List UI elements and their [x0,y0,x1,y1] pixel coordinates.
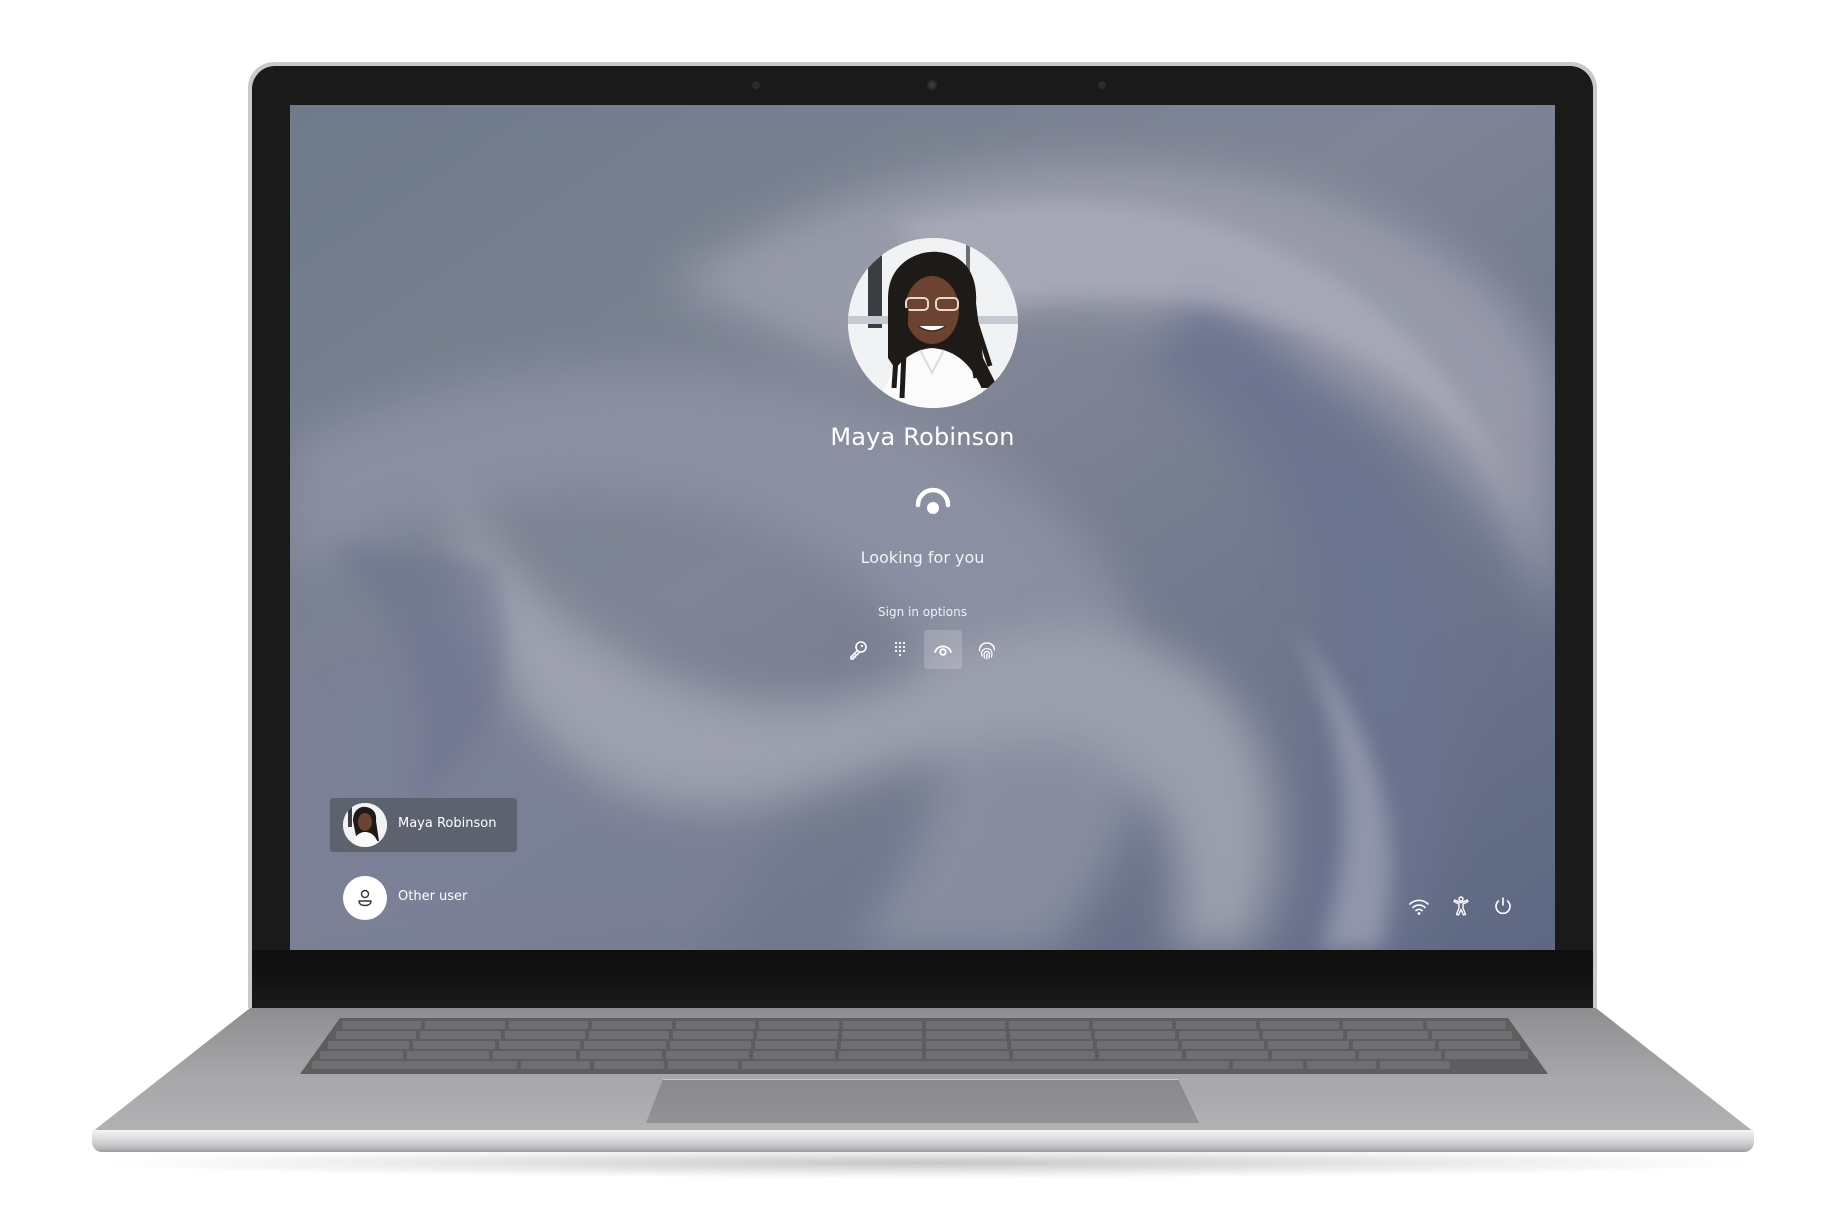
fingerprint-icon [978,641,996,660]
keyboard-key [1343,1021,1423,1029]
sign-in-option-facial-recognition[interactable] [924,630,962,669]
status-text: Looking for you [860,548,985,567]
keyboard-key [1182,1041,1264,1049]
keyboard-key [336,1031,417,1039]
keyboard-key [1011,1041,1093,1049]
keyboard-key [669,1041,752,1049]
keyboard-key [1176,1021,1256,1029]
keyboard-key [420,1031,501,1039]
user-tile-maya-robinson[interactable]: Maya Robinson [330,798,517,852]
keyboard-key [926,1041,1008,1049]
wifi-icon [1409,899,1429,915]
keyboard-key [1233,1061,1303,1069]
keyboard-key [673,1031,754,1039]
keyboard-key [840,1041,922,1049]
laptop-shadow [110,1148,1750,1178]
person-icon [358,889,372,907]
keyboard-key [666,1051,749,1059]
keyboard-key [508,1021,589,1029]
sign-in-option-password[interactable] [839,630,877,669]
other-user-avatar [343,876,387,920]
face-recognition-icon [934,645,952,656]
keyboard-key [1426,1021,1506,1029]
keyboard-key [675,1021,756,1029]
keyboard-key [1259,1021,1340,1029]
keyboard-key [668,1061,738,1069]
sign-in-options-label: Sign in options [878,605,967,619]
keyboard-key [1306,1061,1377,1069]
user-tile-other-user[interactable]: Other user [330,873,517,923]
keyboard-key [1009,1021,1089,1029]
keyboard-key [1267,1041,1350,1049]
accessibility-button[interactable] [1450,895,1472,917]
keyboard-key [1010,1031,1091,1039]
keyboard-key [320,1051,403,1059]
user-tile-label: Maya Robinson [398,816,497,831]
keyboard-key [406,1051,490,1059]
network-button[interactable] [1408,895,1430,917]
user-avatar-small [343,803,387,847]
keyboard-key [741,1061,1229,1069]
keyboard-key [592,1021,672,1029]
keyboard-key [755,1041,837,1049]
keyboard-key [342,1021,422,1029]
keyboard-key [588,1031,670,1039]
keyboard-key [579,1051,663,1059]
sign-in-option-pin[interactable] [881,630,919,669]
keyboard-key [1380,1061,1451,1069]
keyboard-key [413,1041,495,1049]
sign-in-option-fingerprint[interactable] [968,630,1006,669]
power-button[interactable] [1492,895,1514,917]
keyboard-key [425,1021,505,1029]
webcam [927,80,937,90]
power-icon [1495,897,1511,915]
keyboard-key [520,1061,591,1069]
keyboard-key [1445,1051,1528,1059]
keyboard-key [1092,1021,1173,1029]
bezel-chin [252,950,1593,1008]
keyboard-key [759,1021,839,1029]
keyboard-key [1099,1051,1182,1059]
keyboard-key [1185,1051,1269,1059]
keyboard-key [1353,1041,1435,1049]
keyboard-key [926,1021,1006,1029]
face-recognition-status-icon [913,485,953,525]
laptop-front-edge [92,1130,1754,1152]
user-photo [848,238,1018,408]
sensor-dot-right [1098,81,1106,89]
keyboard-key [926,1031,1007,1039]
keyboard-key [1347,1031,1428,1039]
keyboard-key [1096,1041,1179,1049]
keyboard-key [1178,1031,1260,1039]
keyboard-key [594,1061,665,1069]
keyboard-key [1263,1031,1344,1039]
keyboard-key [839,1051,922,1059]
keyboard-key [752,1051,836,1059]
keyboard-key [493,1051,576,1059]
keyboard-key [842,1021,922,1029]
pin-keypad-icon [894,641,906,656]
keyboard-key [312,1061,517,1069]
lock-screen: Maya Robinson Looking for you Sign in op… [290,105,1555,950]
keyboard-key [498,1041,581,1049]
keyboard-key [1272,1051,1355,1059]
trackpad [646,1079,1199,1123]
user-avatar-large [848,238,1018,408]
keyboard-key [1094,1031,1175,1039]
keyboard-key [1358,1051,1442,1059]
keyboard-key [328,1041,410,1049]
keyboard-key [841,1031,922,1039]
keyboard-key [757,1031,838,1039]
sensor-dot-left [752,81,760,89]
keyboard-key [1438,1041,1520,1049]
keyboard-key [1431,1031,1512,1039]
key-icon [850,640,867,660]
keyboard-key [926,1051,1009,1059]
user-tile-label: Other user [398,889,468,904]
keyboard-key [1012,1051,1096,1059]
user-name: Maya Robinson [830,423,1015,451]
keyboard-key [504,1031,585,1039]
keyboard-key [584,1041,666,1049]
accessibility-icon [1453,896,1469,916]
